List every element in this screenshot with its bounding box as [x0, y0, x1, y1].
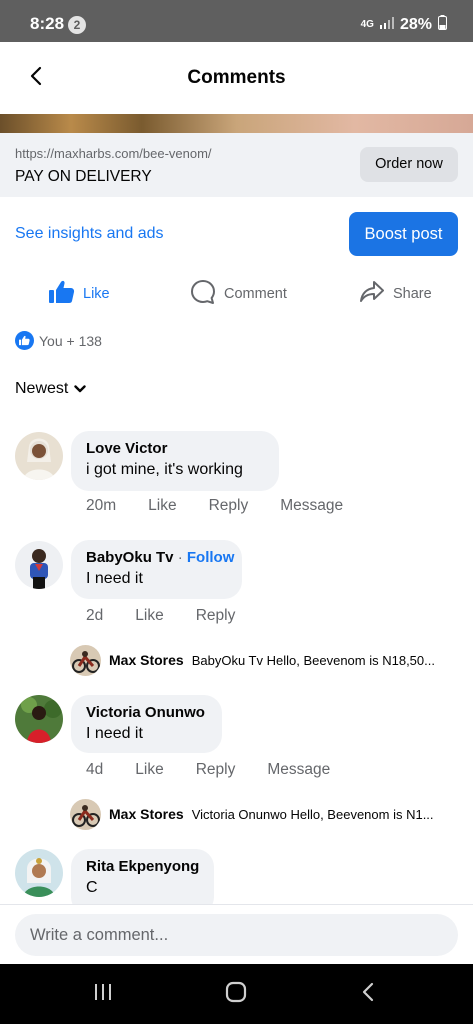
home-icon	[224, 981, 248, 1008]
comment-text: C	[86, 879, 98, 896]
follow-button[interactable]: Follow	[187, 549, 235, 566]
reply-avatar	[70, 798, 101, 830]
comment-bubble[interactable]: Rita Ekpenyong C	[71, 849, 214, 904]
post-action-bar: Like Comment Share	[0, 276, 473, 312]
back-nav-button[interactable]	[354, 982, 382, 1006]
comment-actions: 20m Like Reply Message	[86, 497, 343, 515]
header: Comments	[0, 42, 473, 114]
comment-bubble-icon	[190, 279, 216, 309]
reply-preview[interactable]: Max Stores BabyOku Tv Hello, Beevenom is…	[70, 644, 435, 676]
comment-text: i got mine, it's working	[86, 461, 243, 478]
comment-author-line: BabyOku Tv · Follow	[86, 549, 235, 566]
battery-percent: 28%	[399, 16, 432, 33]
recents-icon	[92, 982, 114, 1007]
comment-bubble[interactable]: Victoria Onunwo I need it	[71, 695, 222, 753]
reactions-summary[interactable]: You + 138	[15, 331, 102, 350]
boost-post-button[interactable]: Boost post	[349, 212, 458, 256]
link-url: https://maxharbs.com/bee-venom/	[15, 146, 212, 161]
comment-composer	[0, 904, 473, 964]
status-indicators: 4G 28%	[361, 15, 447, 35]
reply-author[interactable]: Max Stores	[109, 806, 184, 822]
like-label: Like	[83, 286, 110, 302]
share-arrow-icon	[359, 280, 385, 308]
comment-like-button[interactable]: Like	[148, 497, 176, 515]
chevron-down-icon	[74, 380, 87, 398]
comment-actions: 2d Like Reply	[86, 607, 235, 625]
avatar[interactable]	[15, 849, 63, 897]
comment-reply-button[interactable]: Reply	[209, 497, 249, 515]
avatar[interactable]	[15, 432, 63, 480]
reply-avatar	[70, 644, 101, 676]
thumbs-up-icon	[49, 280, 75, 308]
share-button[interactable]: Share	[359, 276, 432, 312]
share-label: Share	[393, 286, 432, 302]
signal-icon	[379, 16, 394, 34]
comment-item: Rita Ekpenyong C	[0, 848, 473, 904]
comment-label: Comment	[224, 286, 287, 302]
comment-like-button[interactable]: Like	[135, 607, 163, 625]
comment-time: 4d	[86, 761, 104, 778]
reactions-count: You + 138	[39, 332, 102, 349]
comment-author[interactable]: Victoria Onunwo	[86, 704, 207, 721]
comment-input[interactable]	[15, 914, 458, 956]
comment-text: I need it	[86, 570, 143, 587]
reply-text: Victoria Onunwo Hello, Beevenom is N1...	[191, 806, 434, 822]
link-title: PAY ON DELIVERY	[15, 168, 152, 185]
system-nav-bar	[0, 964, 473, 1024]
comment-message-button[interactable]: Message	[280, 497, 343, 515]
status-bar: 8:28 2 4G 28%	[0, 0, 473, 42]
battery-icon	[438, 15, 447, 35]
comment-reply-button[interactable]: Reply	[196, 607, 236, 625]
comment-sort-dropdown[interactable]: Newest	[15, 380, 87, 398]
page-title: Comments	[187, 67, 286, 88]
comment-reply-button[interactable]: Reply	[196, 761, 236, 779]
reply-preview[interactable]: Max Stores Victoria Onunwo Hello, Beeven…	[70, 798, 434, 830]
sort-label: Newest	[15, 380, 69, 397]
link-preview-card[interactable]: https://maxharbs.com/bee-venom/ PAY ON D…	[0, 133, 473, 197]
comment-bubble[interactable]: Love Victor i got mine, it's working	[71, 431, 279, 491]
like-reaction-icon	[15, 331, 34, 350]
comment-message-button[interactable]: Message	[267, 761, 330, 779]
home-button[interactable]	[222, 981, 250, 1008]
comment-author[interactable]: Love Victor	[86, 440, 264, 457]
post-image-strip[interactable]	[0, 114, 473, 133]
insights-link[interactable]: See insights and ads	[15, 225, 164, 243]
comment-time: 20m	[86, 497, 117, 514]
avatar[interactable]	[15, 541, 63, 589]
reply-text: BabyOku Tv Hello, Beevenom is N18,50...	[191, 652, 435, 668]
comment-bubble[interactable]: BabyOku Tv · Follow I need it	[71, 540, 242, 599]
reply-author[interactable]: Max Stores	[109, 652, 184, 668]
avatar[interactable]	[15, 695, 63, 743]
order-now-button[interactable]: Order now	[360, 147, 458, 182]
notification-count-badge: 2	[68, 16, 86, 34]
status-time: 8:28	[30, 14, 65, 33]
comment-like-button[interactable]: Like	[135, 761, 163, 779]
comment-author[interactable]: Rita Ekpenyong	[86, 858, 199, 875]
comment-text: I need it	[86, 725, 143, 742]
comment-author[interactable]: BabyOku Tv	[86, 549, 174, 566]
recents-button[interactable]	[89, 982, 117, 1006]
comment-time: 2d	[86, 607, 104, 624]
network-type: 4G	[360, 19, 374, 30]
like-button[interactable]: Like	[49, 276, 110, 312]
comment-actions: 4d Like Reply Message	[86, 761, 330, 779]
back-nav-icon	[360, 981, 376, 1008]
